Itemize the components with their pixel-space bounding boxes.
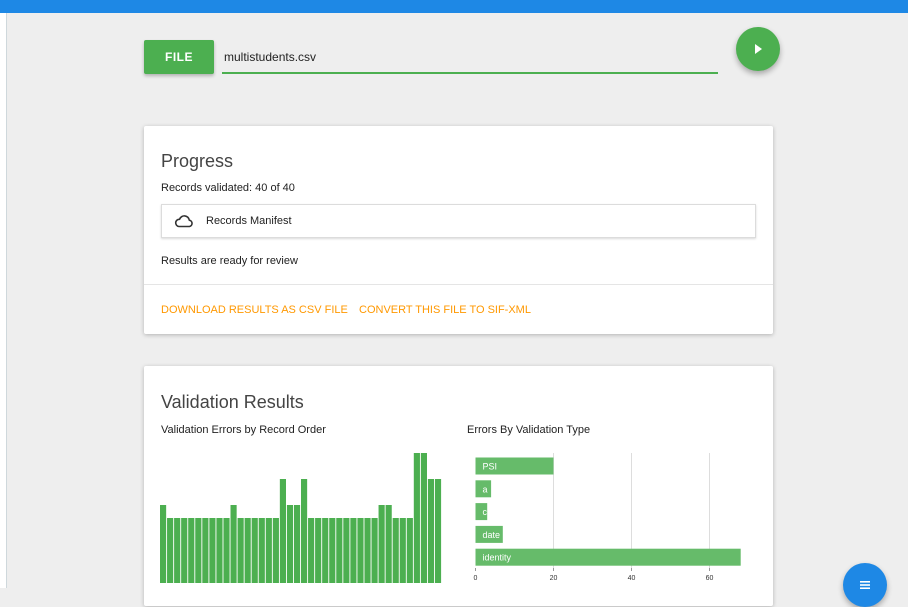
record-error-bar (371, 518, 378, 583)
record-error-bar (237, 518, 244, 583)
record-error-bar (160, 505, 167, 583)
record-error-bar (420, 453, 427, 583)
x-tick-label: 0 (474, 575, 478, 582)
validation-type-label: PSI (483, 462, 498, 472)
cloud-icon (174, 215, 193, 228)
record-error-bar (350, 518, 357, 583)
records-validated-text: Records validated: 40 of 40 (161, 182, 295, 194)
record-error-bar (364, 518, 371, 583)
record-error-bar (209, 518, 216, 583)
validation-type-bar (475, 548, 741, 566)
record-error-bar (286, 505, 294, 583)
run-validation-button[interactable] (736, 27, 780, 71)
x-tick-label: 20 (550, 575, 558, 582)
errors-by-record-chart (160, 453, 442, 583)
record-error-bar (279, 479, 286, 583)
record-error-bar (329, 518, 336, 583)
errors-by-type-chart: 0 20 40 60 PSI a c date identity (474, 453, 741, 582)
record-error-bar (223, 518, 230, 583)
record-error-bar (301, 479, 308, 583)
record-error-bar (385, 505, 392, 583)
record-error-bar (322, 518, 329, 583)
file-button[interactable]: FILE (144, 40, 214, 74)
record-error-bar (202, 518, 209, 583)
menu-icon (860, 581, 870, 589)
x-tick-label: 40 (628, 575, 636, 582)
record-error-bar (188, 518, 195, 583)
record-error-bar (427, 479, 435, 583)
file-name-input[interactable] (222, 42, 718, 74)
record-error-bar (251, 518, 258, 583)
record-error-bar (174, 518, 181, 583)
record-error-bar (343, 518, 350, 583)
record-order-chart-title: Validation Errors by Record Order (161, 424, 326, 436)
record-error-bar (293, 505, 301, 583)
card-divider (144, 284, 773, 285)
side-panel-edge (0, 13, 7, 588)
record-error-bar (392, 518, 399, 583)
validation-results-title: Validation Results (161, 392, 304, 412)
download-csv-link[interactable]: DOWNLOAD RESULTS AS CSV FILE (161, 304, 348, 316)
record-error-bar (230, 505, 237, 583)
record-error-bar (244, 518, 251, 583)
convert-sif-xml-link[interactable]: CONVERT THIS FILE TO SIF-XML (359, 304, 531, 316)
record-error-bar (195, 518, 202, 583)
record-error-bar (181, 518, 188, 583)
record-error-bar (406, 518, 413, 583)
record-error-bar (413, 453, 420, 583)
record-error-bar (216, 518, 223, 583)
validation-type-chart-title: Errors By Validation Type (467, 424, 591, 436)
validation-type-label: identity (483, 553, 512, 563)
record-error-bar (308, 518, 315, 583)
record-error-bar (315, 518, 322, 583)
progress-title: Progress (161, 151, 234, 171)
record-error-bar (357, 518, 364, 583)
progress-card: Progress Records validated: 40 of 40 Rec… (144, 126, 773, 334)
top-app-bar (0, 0, 908, 13)
validation-type-label: date (483, 530, 501, 540)
play-icon (755, 44, 762, 54)
record-error-bar (272, 518, 279, 583)
validation-type-label: a (483, 484, 488, 494)
records-manifest-item[interactable]: Records Manifest (161, 204, 756, 238)
validation-type-label: c (483, 507, 488, 517)
record-error-bar (258, 518, 265, 583)
record-error-bar (434, 479, 442, 583)
record-error-bar (399, 518, 406, 583)
records-manifest-label: Records Manifest (206, 215, 292, 227)
results-status-text: Results are ready for review (161, 255, 298, 267)
menu-button[interactable] (843, 563, 887, 607)
record-error-bar (265, 518, 272, 583)
x-tick-label: 60 (706, 575, 714, 582)
record-error-bar (167, 518, 174, 583)
record-error-bar (336, 518, 343, 583)
record-error-bar (378, 505, 385, 583)
